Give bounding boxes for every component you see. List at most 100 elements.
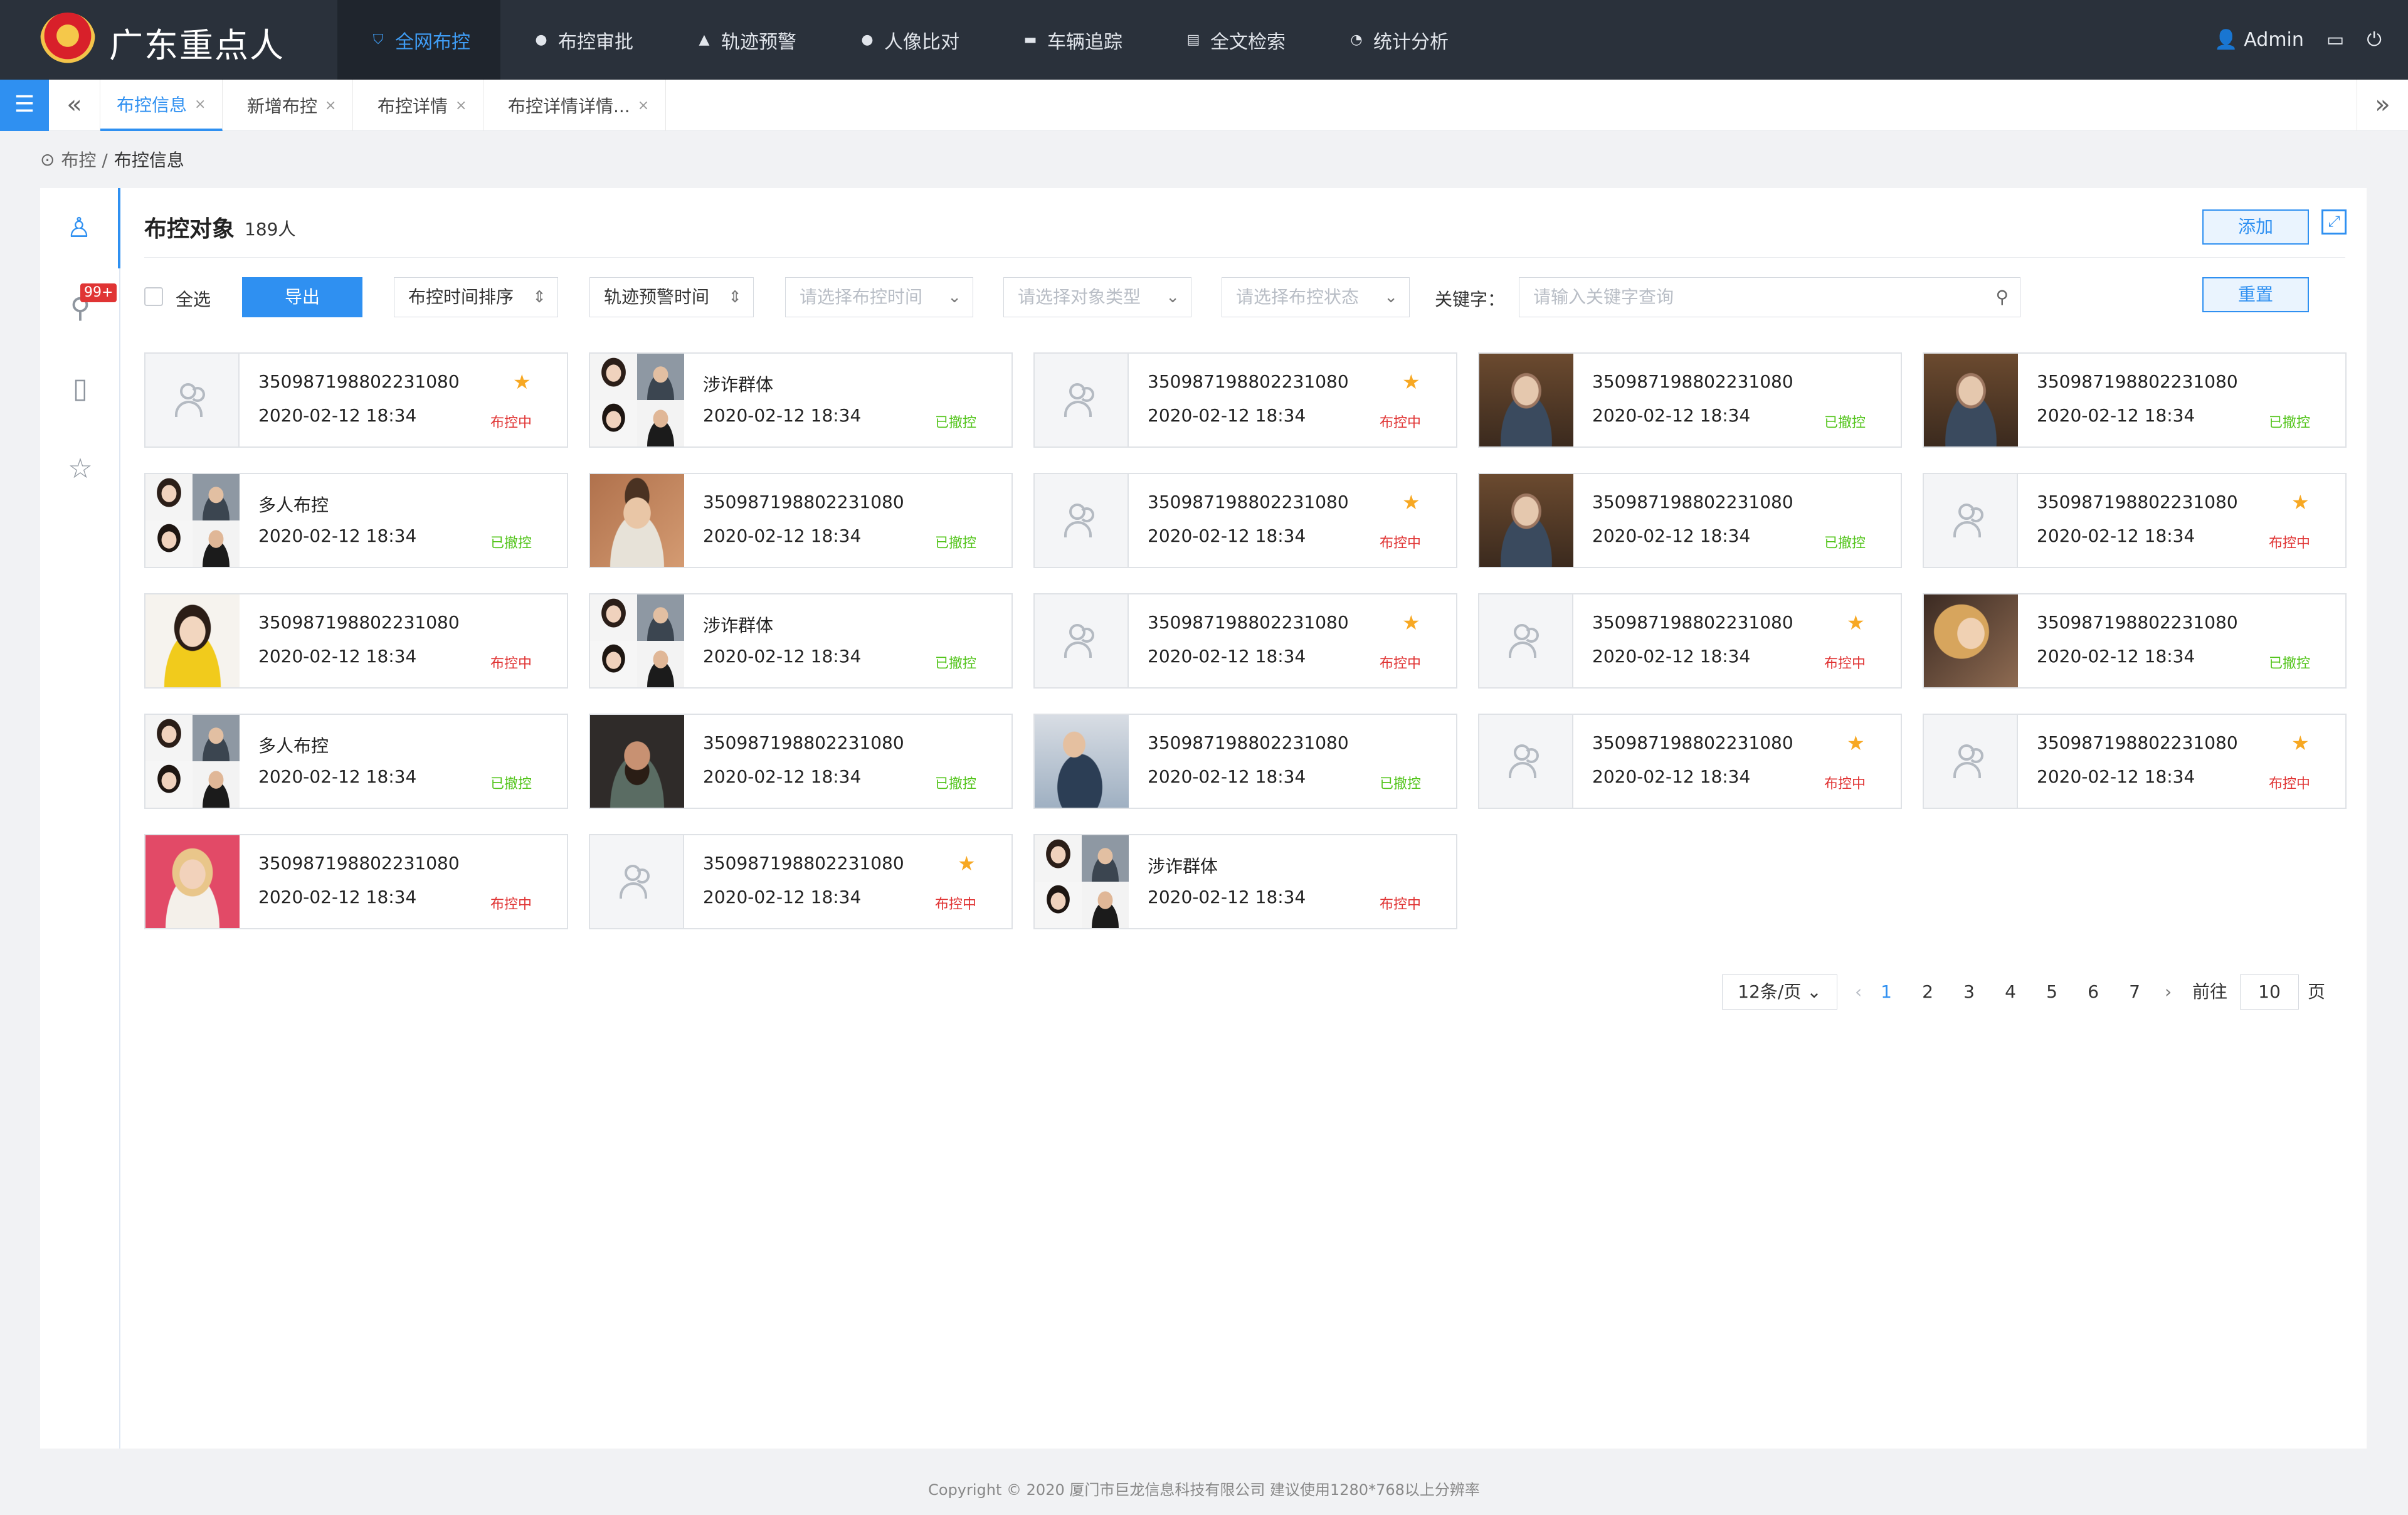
expand-icon[interactable]: ⤢: [2321, 209, 2347, 235]
tabs-scroll-right-icon[interactable]: »: [2357, 80, 2408, 131]
tab-2[interactable]: 布控详情 ×: [361, 80, 484, 131]
person-card[interactable]: 350987198802231080 2020-02-12 18:34 布控中: [144, 834, 568, 929]
star-icon[interactable]: ★: [1402, 370, 1420, 394]
person-card[interactable]: 350987198802231080 2020-02-12 18:34 已撤控: [589, 714, 1013, 809]
object-type-select[interactable]: 请选择对象类型 ⌄: [1003, 277, 1191, 317]
page-number[interactable]: 4: [1998, 974, 2023, 1010]
person-photo: [590, 474, 684, 567]
screen-icon[interactable]: ▭: [2326, 29, 2344, 51]
person-card[interactable]: 350987198802231080 2020-02-12 18:34 已撤控: [1033, 714, 1457, 809]
star-icon[interactable]: ★: [1847, 611, 1865, 635]
card-thumbnail: [1479, 474, 1573, 567]
next-page-icon[interactable]: ›: [2165, 974, 2172, 1010]
alarm-list-icon[interactable]: ⚲: [40, 268, 120, 349]
select-all-checkbox[interactable]: [144, 287, 163, 306]
person-card[interactable]: 350987198802231080 2020-02-12 18:34 已撤控: [1923, 593, 2347, 689]
star-icon[interactable]: ★: [513, 370, 531, 394]
person-card[interactable]: 350987198802231080 2020-02-12 18:34 布控中 ★: [589, 834, 1013, 929]
user-placeholder-icon: [1508, 743, 1544, 779]
person-card[interactable]: 350987198802231080 2020-02-12 18:34 已撤控: [1478, 473, 1902, 568]
export-button[interactable]: 导出: [242, 277, 362, 317]
nav-label: 轨迹预警: [721, 31, 796, 53]
search-icon[interactable]: ⚲: [1995, 278, 2009, 317]
person-card[interactable]: 350987198802231080 2020-02-12 18:34 布控中 ★: [1033, 352, 1457, 448]
person-card[interactable]: 350987198802231080 2020-02-12 18:34 布控中 ★: [1923, 473, 2347, 568]
card-datetime: 2020-02-12 18:34: [703, 405, 862, 426]
prev-page-icon[interactable]: ‹: [1855, 974, 1862, 1010]
nav-item-3[interactable]: ● 人像比对: [826, 0, 990, 80]
user-menu[interactable]: 👤 Admin: [2214, 29, 2304, 51]
person-card[interactable]: 350987198802231080 2020-02-12 18:34 布控中: [144, 593, 568, 689]
select-placeholder: 请选择对象类型: [1018, 287, 1141, 307]
power-icon[interactable]: ⏻: [2367, 29, 2382, 51]
status-badge: 已撤控: [490, 776, 532, 792]
star-icon[interactable]: ★: [2291, 731, 2310, 755]
close-icon[interactable]: ×: [194, 97, 206, 112]
add-button[interactable]: 添加: [2202, 209, 2309, 245]
star-icon[interactable]: ★: [1402, 490, 1420, 514]
page-number[interactable]: 2: [1915, 974, 1940, 1010]
card-title: 350987198802231080: [1592, 732, 1793, 753]
person-card[interactable]: 涉诈群体 2020-02-12 18:34 布控中: [1033, 834, 1457, 929]
card-thumbnail: [1035, 835, 1129, 928]
person-card[interactable]: 350987198802231080 2020-02-12 18:34 布控中 ★: [144, 352, 568, 448]
star-icon[interactable]: ★: [2291, 490, 2310, 514]
close-icon[interactable]: ×: [455, 98, 467, 113]
person-card[interactable]: 350987198802231080 2020-02-12 18:34 布控中 ★: [1478, 714, 1902, 809]
card-thumbnail: [1035, 594, 1129, 687]
nav-item-0[interactable]: ⛉ 全网布控: [337, 0, 500, 80]
card-title: 350987198802231080: [2037, 371, 2238, 392]
nav-item-1[interactable]: ● 布控审批: [500, 0, 663, 80]
person-card[interactable]: 多人布控 2020-02-12 18:34 已撤控: [144, 473, 568, 568]
page-number[interactable]: 3: [1956, 974, 1982, 1010]
page-number[interactable]: 6: [2081, 974, 2106, 1010]
tab-3[interactable]: 布控详情详情... ×: [492, 80, 667, 131]
reset-button[interactable]: 重置: [2202, 277, 2309, 312]
nav-item-2[interactable]: ▲ 轨迹预警: [663, 0, 826, 80]
control-time-select[interactable]: 请选择布控时间 ⌄: [785, 277, 973, 317]
star-icon[interactable]: ★: [958, 852, 976, 875]
goto-label: 前往: [2192, 981, 2228, 1002]
star-icon[interactable]: ☆: [40, 429, 120, 509]
person-card[interactable]: 多人布控 2020-02-12 18:34 已撤控: [144, 714, 568, 809]
nav-item-4[interactable]: ▬ 车辆追踪: [990, 0, 1153, 80]
close-icon[interactable]: ×: [638, 98, 649, 113]
control-status-select[interactable]: 请选择布控状态 ⌄: [1222, 277, 1410, 317]
person-card[interactable]: 350987198802231080 2020-02-12 18:34 布控中 ★: [1923, 714, 2347, 809]
page-size-select[interactable]: 12条/页 ⌄: [1722, 974, 1837, 1010]
card-datetime: 2020-02-12 18:34: [1592, 766, 1751, 787]
star-icon[interactable]: ★: [1402, 611, 1420, 635]
star-icon[interactable]: ★: [1847, 731, 1865, 755]
person-card[interactable]: 350987198802231080 2020-02-12 18:34 布控中 ★: [1478, 593, 1902, 689]
sort-control-time[interactable]: 布控时间排序 ⇕: [394, 277, 558, 317]
close-icon[interactable]: ×: [325, 98, 336, 113]
tab-0[interactable]: 布控信息 ×: [100, 80, 223, 131]
person-card[interactable]: 350987198802231080 2020-02-12 18:34 已撤控: [1478, 352, 1902, 448]
person-card[interactable]: 涉诈群体 2020-02-12 18:34 已撤控: [589, 352, 1013, 448]
person-card[interactable]: 涉诈群体 2020-02-12 18:34 已撤控: [589, 593, 1013, 689]
card-datetime: 2020-02-12 18:34: [258, 766, 417, 787]
user-icon[interactable]: ♙: [40, 188, 120, 268]
user-icon: 👤: [2214, 29, 2238, 51]
chevron-down-icon: ⌄: [1384, 288, 1398, 307]
tabs-scroll-left-icon[interactable]: «: [49, 80, 100, 131]
sort-track-alert-time[interactable]: 轨迹预警时间 ⇕: [589, 277, 754, 317]
page-number[interactable]: 5: [2039, 974, 2064, 1010]
person-card[interactable]: 350987198802231080 2020-02-12 18:34 已撤控: [1923, 352, 2347, 448]
person-card[interactable]: 350987198802231080 2020-02-12 18:34 布控中 ★: [1033, 593, 1457, 689]
nav-item-5[interactable]: ▤ 全文检索: [1153, 0, 1316, 80]
breadcrumb-parent[interactable]: 布控 /: [61, 147, 107, 172]
chevron-down-icon: ⌄: [1166, 288, 1180, 307]
goto-page-input[interactable]: 10: [2240, 974, 2299, 1010]
card-datetime: 2020-02-12 18:34: [1592, 525, 1751, 546]
page-number[interactable]: 7: [2122, 974, 2147, 1010]
document-icon[interactable]: ▯: [40, 349, 120, 429]
nav-item-6[interactable]: ◔ 统计分析: [1316, 0, 1479, 80]
card-datetime: 2020-02-12 18:34: [2037, 525, 2195, 546]
person-card[interactable]: 350987198802231080 2020-02-12 18:34 布控中 ★: [1033, 473, 1457, 568]
keyword-search-input[interactable]: 请输入关键字查询 ⚲: [1519, 277, 2020, 317]
person-card[interactable]: 350987198802231080 2020-02-12 18:34 已撤控: [589, 473, 1013, 568]
menu-toggle-icon[interactable]: ☰: [0, 80, 49, 131]
tab-1[interactable]: 新增布控 ×: [231, 80, 354, 131]
page-number[interactable]: 1: [1874, 974, 1899, 1010]
